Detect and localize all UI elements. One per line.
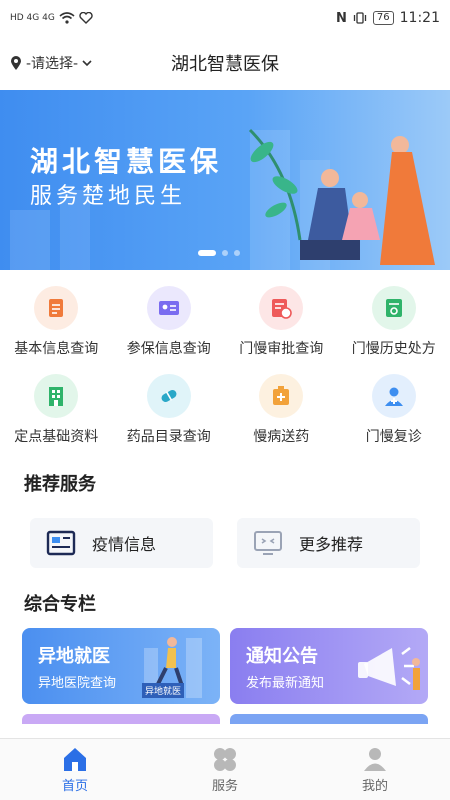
service-label: 药品目录查询 [126, 429, 211, 445]
tab-home[interactable]: 首页 [0, 739, 150, 800]
column-tag: 异地就医 [141, 683, 184, 698]
signal-indicators: HD 4G 4G [10, 13, 55, 23]
status-left: HD 4G 4G [10, 12, 93, 24]
columns-list: 异地就医 异地医院查询 异地就医 通知公告 发布最新通知 [0, 628, 450, 704]
document-icon [49, 299, 64, 317]
recommend-epidemic-info[interactable]: 疫情信息 [30, 518, 213, 568]
recommend-label: 更多推荐 [299, 535, 364, 554]
service-label: 慢病送药 [253, 429, 310, 445]
tab-services[interactable]: 服务 [150, 739, 300, 800]
heart-icon [79, 12, 93, 24]
approval-icon [272, 299, 293, 319]
service-icon-wrap [259, 286, 304, 330]
doctor-icon [384, 387, 403, 406]
location-pin-icon [11, 56, 21, 70]
banner-dot[interactable] [234, 250, 240, 256]
id-card-icon [158, 301, 179, 315]
tab-label: 我的 [361, 778, 388, 794]
banner-subline: 服务楚地民生 [30, 184, 187, 209]
prescription-icon [385, 299, 402, 317]
tab-profile[interactable]: 我的 [300, 739, 450, 800]
recommend-list: 疫情信息 更多推荐 [0, 518, 450, 568]
building-icon [49, 387, 64, 406]
service-icon-wrap [146, 286, 191, 330]
top-bar: -请选择- 湖北智慧医保 [0, 36, 450, 90]
service-grid: 基本信息查询 参保信息查询 门慢审批查询 门慢历史处方定点基础资料 药品目录查询 慢病送药… [0, 270, 450, 452]
tab-label: 服务 [211, 778, 238, 794]
location-label: -请选择- [26, 56, 79, 72]
service-icon-wrap [146, 374, 191, 418]
service-item[interactable]: 药品目录查询 [113, 374, 226, 446]
service-item[interactable]: 慢病送药 [225, 374, 338, 446]
monitor-icon [254, 531, 282, 555]
status-right: N 76 11:21 [336, 10, 440, 26]
service-icon-wrap [259, 374, 304, 418]
vibrate-icon [353, 12, 367, 24]
banner-pagination [198, 250, 240, 256]
column-peek [22, 714, 220, 724]
service-icon-wrap [34, 374, 79, 418]
clock: 11:21 [399, 10, 440, 26]
banner-headline: 湖北智慧医保 [30, 145, 223, 178]
recommend-more[interactable]: 更多推荐 [237, 518, 420, 568]
user-icon [364, 747, 386, 771]
service-label: 门慢复诊 [365, 429, 422, 445]
megaphone-icon [358, 647, 420, 690]
chevron-down-icon [82, 60, 92, 67]
service-item[interactable]: 门慢历史处方 [338, 286, 450, 358]
wifi-icon [59, 12, 75, 24]
service-item[interactable]: 门慢复诊 [338, 374, 450, 446]
service-label: 基本信息查询 [14, 341, 99, 357]
service-item[interactable]: 定点基础资料 [0, 374, 113, 446]
column-peek [230, 714, 428, 724]
tab-label: 首页 [61, 778, 88, 794]
column-announcements[interactable]: 通知公告 发布最新通知 [230, 628, 428, 704]
home-icon [64, 747, 86, 771]
columns-next-row [0, 714, 450, 724]
nfc-icon: N [336, 10, 347, 26]
column-remote-medical[interactable]: 异地就医 异地医院查询 异地就医 [22, 628, 220, 704]
recommend-label: 疫情信息 [92, 535, 157, 554]
service-label: 定点基础资料 [14, 429, 99, 445]
bottom-tab-bar: 首页 服务 我的 [0, 738, 450, 800]
service-icon-wrap [34, 286, 79, 330]
recommend-title: 推荐服务 [24, 474, 96, 495]
service-item[interactable]: 门慢审批查询 [225, 286, 338, 358]
recommend-section: 推荐服务 疫情信息 更多推荐 [0, 470, 450, 568]
service-item[interactable]: 基本信息查询 [0, 286, 113, 358]
columns-title: 综合专栏 [24, 594, 96, 615]
columns-section: 综合专栏 异地就医 异地医院查询 异地就医 通知公告 发布最新通知 [0, 590, 450, 724]
promo-banner[interactable]: 湖北智慧医保 服务楚地民生 [0, 90, 450, 270]
medicine-box-icon [273, 386, 290, 405]
service-item[interactable]: 参保信息查询 [113, 286, 226, 358]
status-bar: HD 4G 4G N 76 11:21 [0, 0, 450, 36]
pill-icon [161, 390, 177, 402]
service-label: 参保信息查询 [126, 341, 211, 357]
battery-indicator: 76 [372, 11, 394, 25]
location-selector[interactable]: -请选择- [10, 53, 92, 73]
service-label: 门慢审批查询 [239, 341, 324, 357]
grid-icon [214, 747, 236, 771]
news-icon [46, 530, 76, 556]
service-icon-wrap [371, 286, 416, 330]
banner-dot[interactable] [198, 250, 216, 256]
service-icon-wrap [371, 374, 416, 418]
service-label: 门慢历史处方 [351, 341, 436, 357]
banner-dot[interactable] [222, 250, 228, 256]
